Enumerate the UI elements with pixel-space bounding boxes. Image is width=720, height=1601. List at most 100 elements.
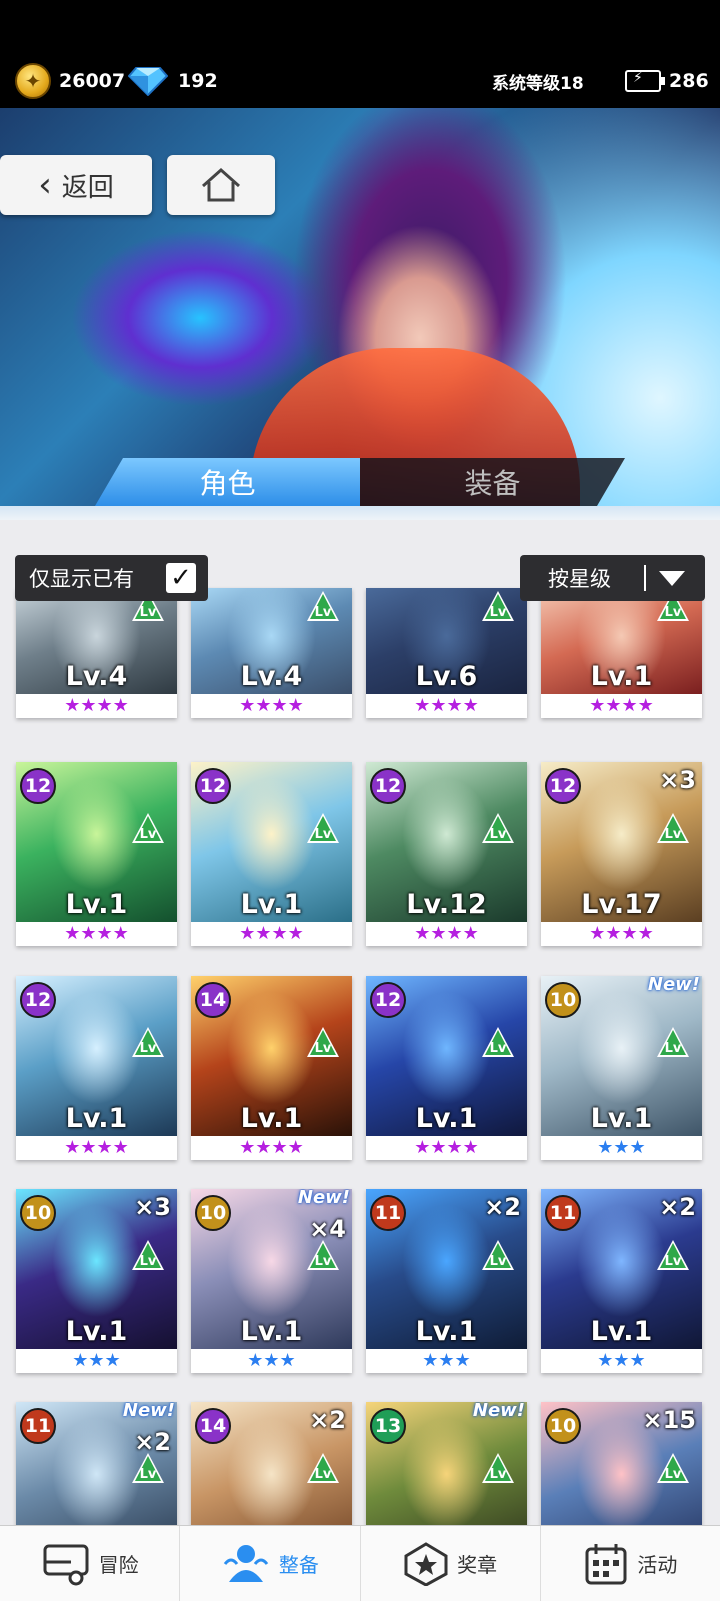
character-card[interactable]: Lv Lv.4 ★★★★ [16, 588, 177, 718]
character-card[interactable]: Lv 12 Lv.12 ★★★★ [366, 762, 527, 946]
character-card[interactable]: Lv 10 ×3 Lv.1 ★★★ [16, 1189, 177, 1373]
duplicate-count: ×2 [484, 1193, 521, 1221]
character-card[interactable]: Lv 12 Lv.1 ★★★★ [16, 762, 177, 946]
svg-text:Lv: Lv [140, 827, 157, 842]
duplicate-count: ×3 [134, 1193, 171, 1221]
rank-badge: 12 [20, 982, 56, 1018]
character-card[interactable]: Lv 13 New! [366, 1402, 527, 1525]
character-level: Lv.4 [240, 661, 303, 692]
team-icon [223, 1544, 269, 1582]
tab-characters-label: 角色 [199, 467, 256, 500]
rank-badge: 11 [545, 1195, 581, 1231]
character-card[interactable]: Lv Lv.6 ★★★★ [366, 588, 527, 718]
character-level: Lv.1 [415, 1103, 478, 1134]
character-card[interactable]: Lv 11 ×2 Lv.1 ★★★ [366, 1189, 527, 1373]
star-rating: ★★★★ [414, 695, 479, 716]
svg-text:Lv: Lv [315, 605, 332, 620]
new-badge: New! [297, 1189, 350, 1208]
rank-badge: 10 [545, 1408, 581, 1444]
level-up-icon: Lv [132, 813, 164, 843]
energy-counter: ⚡ 286 [625, 66, 709, 96]
new-badge: New! [122, 1402, 175, 1421]
rank-badge: 12 [370, 768, 406, 804]
nav-medals[interactable]: 奖章 [361, 1526, 541, 1601]
level-up-icon: Lv [482, 813, 514, 843]
gem-amount: 192 [178, 70, 218, 92]
checkbox-checked-icon[interactable]: ✓ [166, 563, 196, 593]
rank-badge: 14 [195, 982, 231, 1018]
home-button[interactable] [167, 155, 275, 215]
new-badge: New! [472, 1402, 525, 1421]
chevron-left-icon: ‹ [38, 165, 52, 205]
character-level: Lv.1 [590, 661, 653, 692]
star-rating: ★★★★ [239, 923, 304, 944]
character-card[interactable]: Lv 14 ×2 [191, 1402, 352, 1525]
character-grid-panel[interactable]: Lv Lv.4 ★★★★ Lv Lv.4 ★★★★ Lv Lv.6 ★★★★ Lv Lv.1 ★★★★… [0, 520, 720, 1525]
tab-characters[interactable]: 角色 [95, 458, 360, 506]
rank-badge: 10 [545, 982, 581, 1018]
character-card[interactable]: Lv 12 Lv.1 ★★★★ [191, 762, 352, 946]
character-card[interactable]: Lv 12 Lv.1 ★★★★ [366, 976, 527, 1160]
star-rating: ★★★★ [64, 1137, 129, 1158]
diamond-icon [128, 67, 168, 96]
character-card[interactable]: Lv Lv.4 ★★★★ [191, 588, 352, 718]
level-up-icon: Lv [132, 1027, 164, 1057]
character-card[interactable]: Lv 10 ×15 [541, 1402, 702, 1525]
nav-equip[interactable]: 整备 [180, 1526, 361, 1601]
bottom-nav: 冒险 整备 奖章 活动 [0, 1525, 720, 1601]
rank-badge: 10 [20, 1195, 56, 1231]
svg-text:Lv: Lv [315, 1041, 332, 1056]
sort-dropdown[interactable]: 按星级 [520, 555, 705, 601]
battery-icon: ⚡ [625, 70, 665, 92]
svg-text:Lv: Lv [140, 1254, 157, 1269]
star-rating: ★★★★ [239, 695, 304, 716]
svg-text:Lv: Lv [140, 1041, 157, 1056]
home-icon [202, 167, 240, 202]
back-button[interactable]: ‹ 返回 [0, 155, 152, 215]
character-card[interactable]: Lv 11 ×2 New! [16, 1402, 177, 1525]
character-level: Lv.1 [590, 1103, 653, 1134]
level-up-icon: Lv [657, 1453, 689, 1483]
level-up-icon: Lv [482, 1453, 514, 1483]
character-card[interactable]: Lv 10 ×4 New! Lv.1 ★★★ [191, 1189, 352, 1373]
character-card[interactable]: Lv 12 ×3 Lv.17 ★★★★ [541, 762, 702, 946]
rank-badge: 10 [195, 1195, 231, 1231]
coin-amount: 26007 [59, 70, 126, 92]
nav-events[interactable]: 活动 [541, 1526, 720, 1601]
svg-text:Lv: Lv [490, 605, 507, 620]
star-rating: ★★★★ [64, 923, 129, 944]
character-level: Lv.1 [415, 1316, 478, 1347]
owned-only-toggle[interactable]: 仅显示已有 ✓ [15, 555, 208, 601]
rank-badge: 12 [370, 982, 406, 1018]
level-up-icon: Lv [657, 1240, 689, 1270]
star-rating: ★★★★ [589, 923, 654, 944]
rank-badge: 11 [20, 1408, 56, 1444]
duplicate-count: ×15 [642, 1406, 696, 1434]
rank-badge: 12 [20, 768, 56, 804]
svg-text:Lv: Lv [315, 1467, 332, 1482]
tab-equipment[interactable]: 装备 [360, 458, 625, 506]
svg-text:Lv: Lv [315, 1254, 332, 1269]
character-level: Lv.4 [65, 661, 128, 692]
svg-text:Lv: Lv [665, 1041, 682, 1056]
back-label: 返回 [61, 172, 114, 203]
rank-badge: 13 [370, 1408, 406, 1444]
new-badge: New! [647, 976, 700, 995]
level-up-icon: Lv [307, 813, 339, 843]
character-card[interactable]: Lv 11 ×2 Lv.1 ★★★ [541, 1189, 702, 1373]
divider [644, 565, 646, 591]
character-card[interactable]: Lv 12 Lv.1 ★★★★ [16, 976, 177, 1160]
level-up-icon: Lv [132, 1453, 164, 1483]
sort-label: 按星级 [548, 567, 611, 591]
star-rating: ★★★★ [239, 1137, 304, 1158]
svg-text:Lv: Lv [490, 827, 507, 842]
character-level: Lv.1 [240, 1316, 303, 1347]
svg-text:Lv: Lv [665, 605, 682, 620]
character-card[interactable]: Lv Lv.1 ★★★★ [541, 588, 702, 718]
character-card[interactable]: Lv 14 Lv.1 ★★★★ [191, 976, 352, 1160]
star-rating: ★★★★ [64, 695, 129, 716]
character-card[interactable]: Lv 10 New! Lv.1 ★★★ [541, 976, 702, 1160]
nav-events-label: 活动 [637, 1553, 678, 1577]
star-rating: ★★★★ [414, 923, 479, 944]
nav-adventure[interactable]: 冒险 [0, 1526, 181, 1601]
